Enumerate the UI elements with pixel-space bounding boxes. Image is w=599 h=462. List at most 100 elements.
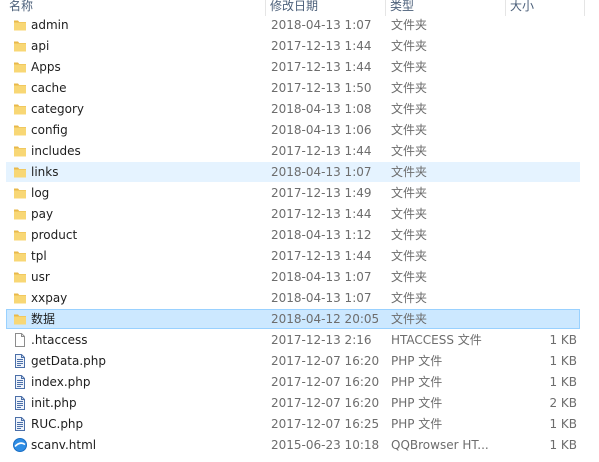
file-size: 1 KB xyxy=(549,438,577,452)
file-type: 文件夹 xyxy=(391,249,428,263)
file-type: 文件夹 xyxy=(391,165,428,179)
file-type: 文件夹 xyxy=(391,207,428,221)
file-size xyxy=(511,142,577,162)
column-header-bar: 名称 修改日期 类型 大小 xyxy=(0,0,599,16)
file-size xyxy=(511,247,577,267)
file-modified-date: 2017-12-13 1:44 xyxy=(271,207,372,221)
file-row[interactable]: tpl 2017-12-13 1:44 文件夹 xyxy=(6,246,580,266)
file-size xyxy=(511,16,577,36)
file-modified-date: 2017-12-13 2:16 xyxy=(271,333,372,347)
column-divider[interactable] xyxy=(385,0,386,16)
file-row[interactable]: cache 2017-12-13 1:50 文件夹 xyxy=(6,78,580,98)
file-modified-date: 2017-12-13 1:44 xyxy=(271,249,372,263)
file-row[interactable]: init.php 2017-12-07 16:20 PHP 文件 2 KB xyxy=(6,393,580,413)
file-name: getData.php xyxy=(31,354,107,368)
file-name: product xyxy=(31,228,78,242)
folder-icon xyxy=(12,59,28,75)
file-name: scanv.html xyxy=(31,438,97,452)
file-name: init.php xyxy=(31,396,77,410)
file-row[interactable]: xxpay 2018-04-13 1:07 文件夹 xyxy=(6,288,580,308)
file-type: 文件夹 xyxy=(391,144,428,158)
folder-icon xyxy=(12,227,28,243)
file-row[interactable]: .htaccess 2017-12-13 2:16 HTACCESS 文件 1 KB xyxy=(6,330,580,350)
file-row[interactable]: usr 2018-04-13 1:07 文件夹 xyxy=(6,267,580,287)
file-name: api xyxy=(31,39,50,53)
file-type: PHP 文件 xyxy=(391,396,443,410)
file-type: 文件夹 xyxy=(391,123,428,137)
file-name: RUC.php xyxy=(31,417,84,431)
file-row[interactable]: admin 2018-04-13 1:07 文件夹 xyxy=(6,15,580,35)
file-modified-date: 2018-04-13 1:07 xyxy=(271,165,372,179)
file-size xyxy=(511,184,577,204)
column-header-size[interactable]: 大小 xyxy=(510,0,580,16)
file-type: PHP 文件 xyxy=(391,417,443,431)
column-divider[interactable] xyxy=(505,0,506,16)
folder-icon xyxy=(12,101,28,117)
folder-icon xyxy=(12,269,28,285)
file-row[interactable]: includes 2017-12-13 1:44 文件夹 xyxy=(6,141,580,161)
file-size xyxy=(511,58,577,78)
file-modified-date: 2017-12-07 16:25 xyxy=(271,417,380,431)
file-size xyxy=(511,100,577,120)
file-row[interactable]: index.php 2017-12-07 16:20 PHP 文件 1 KB xyxy=(6,372,580,392)
file-name: links xyxy=(31,165,59,179)
file-type: 文件夹 xyxy=(391,228,428,242)
file-row[interactable]: links 2018-04-13 1:07 文件夹 xyxy=(6,162,580,182)
folder-icon xyxy=(12,206,28,222)
file-type: PHP 文件 xyxy=(391,354,443,368)
file-name: tpl xyxy=(31,249,47,263)
folder-icon xyxy=(12,185,28,201)
column-header-name[interactable]: 名称 xyxy=(9,0,259,16)
file-modified-date: 2018-04-13 1:07 xyxy=(271,18,372,32)
file-row[interactable]: 数据 2018-04-12 20:05 文件夹 xyxy=(6,309,580,329)
file-modified-date: 2018-04-13 1:08 xyxy=(271,102,372,116)
file-row[interactable]: scanv.html 2015-06-23 10:18 QQBrowser HT..… xyxy=(6,435,580,455)
file-size xyxy=(511,121,577,141)
php-file-icon xyxy=(12,395,28,411)
file-modified-date: 2017-12-07 16:20 xyxy=(271,354,380,368)
file-type: 文件夹 xyxy=(391,18,428,32)
file-modified-date: 2017-12-13 1:44 xyxy=(271,60,372,74)
file-name: 数据 xyxy=(31,312,56,326)
php-file-icon xyxy=(12,416,28,432)
file-size: 1 KB xyxy=(549,375,577,389)
file-row[interactable]: api 2017-12-13 1:44 文件夹 xyxy=(6,36,580,56)
file-name: category xyxy=(31,102,85,116)
file-type: 文件夹 xyxy=(391,39,428,53)
column-divider[interactable] xyxy=(584,0,585,16)
folder-icon xyxy=(12,17,28,33)
file-name: cache xyxy=(31,81,67,95)
folder-icon xyxy=(12,122,28,138)
php-file-icon xyxy=(12,374,28,390)
folder-icon xyxy=(12,38,28,54)
file-row[interactable]: product 2018-04-13 1:12 文件夹 xyxy=(6,225,580,245)
file-type: 文件夹 xyxy=(391,102,428,116)
folder-icon xyxy=(12,164,28,180)
file-name: pay xyxy=(31,207,54,221)
file-row[interactable]: log 2017-12-13 1:49 文件夹 xyxy=(6,183,580,203)
file-name: admin xyxy=(31,18,69,32)
file-row[interactable]: Apps 2017-12-13 1:44 文件夹 xyxy=(6,57,580,77)
file-modified-date: 2017-12-13 1:50 xyxy=(271,81,372,95)
column-divider[interactable] xyxy=(265,0,266,16)
file-row[interactable]: getData.php 2017-12-07 16:20 PHP 文件 1 KB xyxy=(6,351,580,371)
file-size xyxy=(511,310,577,330)
file-name: includes xyxy=(31,144,81,158)
folder-icon xyxy=(12,143,28,159)
file-row[interactable]: RUC.php 2017-12-07 16:25 PHP 文件 1 KB xyxy=(6,414,580,434)
file-size xyxy=(511,268,577,288)
file-modified-date: 2018-04-13 1:07 xyxy=(271,270,372,284)
column-header-type[interactable]: 类型 xyxy=(390,0,500,16)
file-type: 文件夹 xyxy=(391,186,428,200)
file-size xyxy=(511,37,577,57)
file-modified-date: 2017-12-13 1:44 xyxy=(271,39,372,53)
file-row[interactable]: config 2018-04-13 1:06 文件夹 xyxy=(6,120,580,140)
file-size: 1 KB xyxy=(549,354,577,368)
file-name: config xyxy=(31,123,68,137)
file-row[interactable]: category 2018-04-13 1:08 文件夹 xyxy=(6,99,580,119)
column-header-date[interactable]: 修改日期 xyxy=(270,0,380,16)
file-row[interactable]: pay 2017-12-13 1:44 文件夹 xyxy=(6,204,580,224)
file-size xyxy=(511,163,577,183)
file-type: 文件夹 xyxy=(391,81,428,95)
file-size: 2 KB xyxy=(549,396,577,410)
